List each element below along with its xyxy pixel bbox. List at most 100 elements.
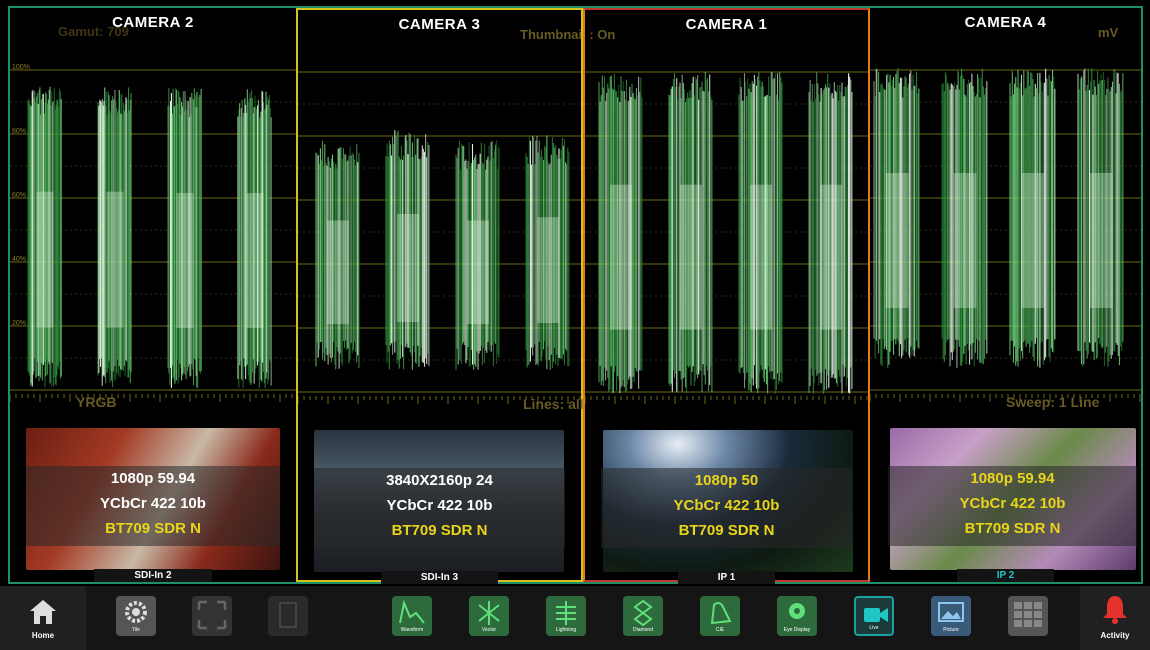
frame-icon: [279, 602, 297, 628]
cie-label: CIE: [715, 627, 725, 633]
tile-label: Tile: [132, 627, 140, 633]
waveform-label: Waveform: [400, 627, 424, 633]
trace-column: [808, 72, 853, 394]
signal-info: 1080p 59.94 YCbCr 422 10b BT709 SDR N: [26, 466, 280, 546]
sweep-label: Sweep: 1 Line: [1006, 394, 1100, 410]
signal-format: 3840X2160p 24: [386, 472, 493, 489]
signal-info: 1080p 50 YCbCr 422 10b BT709 SDR N: [601, 468, 852, 548]
activity-label: Activity: [1100, 631, 1130, 640]
picture-button[interactable]: Picture: [931, 596, 971, 636]
scale-tick-label: 20%: [12, 320, 27, 327]
trace-core: [537, 217, 559, 323]
eye-display-label: Eye Display: [783, 627, 811, 633]
trace-column: [237, 89, 272, 388]
scale-tick-label: 60%: [12, 192, 27, 199]
expand-icon: [197, 600, 227, 630]
trace-core: [397, 214, 419, 322]
grid-icon: [1014, 602, 1042, 627]
multiviewer-frame: CAMERA 2 Gamut: 709 YRGB 1080p 59.94 YCb…: [8, 6, 1143, 584]
waveform-button[interactable]: Waveform: [392, 596, 432, 636]
trace-core: [1021, 173, 1045, 308]
scale-tick-label: 40%: [12, 256, 27, 263]
trace-core: [1089, 173, 1113, 308]
diamond-label: Diamond: [632, 627, 653, 633]
vector-icon: [478, 601, 500, 625]
camera-panel[interactable]: CAMERA 1 Lines: all 1080p 50 YCbCr 422 1…: [523, 8, 870, 584]
signal-format: 1080p 59.94: [110, 470, 196, 487]
signal-format: 1080p 59.94: [970, 470, 1055, 487]
picture-label: Picture: [943, 627, 959, 633]
scale-tick-label: 80%: [12, 128, 27, 135]
camera-title: CAMERA 1: [685, 16, 768, 33]
mode-label: YRGB: [76, 394, 117, 410]
signal-hdr: BT709 SDR N: [678, 522, 775, 539]
trace-column: [1077, 68, 1124, 368]
trace-column: [668, 72, 713, 394]
live-label: Live: [869, 625, 879, 631]
bottom-toolbar: Home Tile Waveform Vector Lightning Diam…: [0, 586, 1150, 650]
bell-icon: [1103, 596, 1127, 624]
trace-column: [455, 140, 500, 370]
trace-column: [97, 87, 132, 388]
gamut-label: Gamut: 709: [58, 24, 129, 39]
source-label: SDI-In 3: [298, 571, 581, 584]
grid-button[interactable]: [1008, 596, 1048, 636]
camera-panel[interactable]: CAMERA 4 mV Sweep: 1 Line 1080p 59.94 YC…: [870, 8, 1141, 582]
home-icon: [30, 600, 56, 624]
source-label: IP 1: [585, 571, 868, 584]
scale-tick-label: 100%: [12, 64, 30, 71]
vector-button[interactable]: Vector: [469, 596, 509, 636]
trace-core: [610, 184, 632, 330]
trace-core: [246, 193, 264, 328]
live-button[interactable]: Live: [854, 596, 894, 636]
camera-panel[interactable]: CAMERA 2 Gamut: 709 YRGB 1080p 59.94 YCb…: [10, 8, 296, 582]
signal-colorspace: YCbCr 422 10b: [673, 497, 780, 514]
trace-column: [167, 88, 202, 388]
camera-panel[interactable]: CAMERA 3 Thumbnail : On 3840X2160p 24 YC…: [296, 8, 615, 584]
signal-info: 1080p 59.94 YCbCr 422 10b BT709 SDR N: [888, 466, 1137, 546]
signal-colorspace: YCbCr 422 10b: [959, 495, 1066, 512]
home-label: Home: [31, 631, 55, 640]
trace-core: [106, 191, 124, 328]
trace-column: [525, 135, 570, 370]
activity-button[interactable]: Activity: [1080, 586, 1150, 650]
cie-button[interactable]: CIE: [700, 596, 740, 636]
trace-core: [467, 220, 489, 324]
source-name: SDI-In 2: [94, 569, 212, 582]
eye-display-button[interactable]: Eye Display: [777, 596, 817, 636]
source-name: IP 2: [956, 569, 1055, 582]
trace-column: [873, 68, 920, 368]
waveform-trace: [585, 71, 868, 404]
waveform-icon: [399, 599, 425, 624]
single-view-button[interactable]: [268, 596, 308, 636]
source-name: SDI-In 3: [380, 571, 499, 584]
trace-core: [885, 173, 909, 308]
source-name: IP 1: [677, 571, 776, 584]
vector-label: Vector: [481, 627, 497, 633]
trace-column: [385, 130, 430, 370]
fullscreen-button[interactable]: [192, 596, 232, 636]
lightning-button[interactable]: Lightning: [546, 596, 586, 636]
waveform-scale: 100% 80% 60% 40% 20%: [10, 8, 50, 418]
camera-title: CAMERA 2: [112, 14, 194, 31]
mv-label: mV: [1098, 25, 1119, 40]
trace-core: [820, 184, 842, 330]
signal-colorspace: YCbCr 422 10b: [386, 497, 493, 514]
signal-hdr: BT709 SDR N: [964, 520, 1061, 537]
trace-column: [315, 140, 360, 370]
home-button[interactable]: Home: [0, 586, 86, 650]
source-label: SDI-In 2: [10, 569, 296, 582]
trace-core: [680, 184, 702, 330]
source-label: IP 2: [870, 569, 1141, 582]
diamond-icon: [633, 599, 653, 627]
eye-icon: [789, 603, 805, 619]
waveform-trace: [870, 68, 1141, 402]
diamond-button[interactable]: Diamond: [623, 596, 663, 636]
trace-column: [598, 73, 643, 394]
tile-button[interactable]: Tile: [116, 596, 156, 636]
picture-icon: [938, 602, 964, 622]
signal-colorspace: YCbCr 422 10b: [100, 495, 206, 512]
trace-core: [750, 184, 772, 330]
lines-label: Lines: all: [523, 396, 584, 412]
signal-format: 1080p 50: [694, 472, 759, 489]
